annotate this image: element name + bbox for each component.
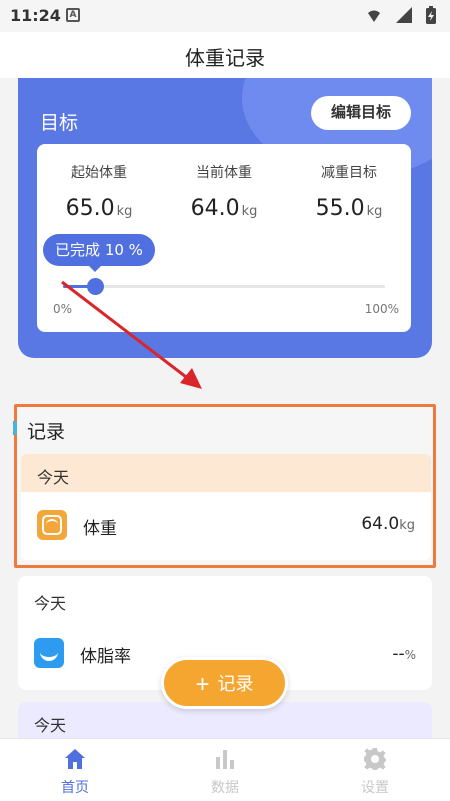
plus-icon: + [195, 671, 210, 698]
start-weight-label: 起始体重 [71, 165, 127, 181]
weight-record-unit: kg [399, 518, 415, 533]
scale-icon [37, 510, 67, 540]
weight-record-row[interactable]: 体重 64.0kg [21, 492, 431, 560]
target-weight-stat: 减重目标 55.0 kg [287, 162, 411, 221]
body-fat-day-label: 今天 [34, 594, 67, 613]
body-fat-value: -- [392, 644, 405, 664]
body-fat-value-line: --% [392, 644, 416, 664]
wifi-icon [368, 10, 380, 22]
bottom-nav: 首页 数据 设置 [0, 738, 450, 801]
notification-icon: A [66, 8, 80, 22]
current-weight-value: 64.0 [190, 196, 240, 221]
status-time: 11:24 [10, 6, 61, 25]
progress-tooltip: 已完成 10 % [43, 234, 155, 272]
nav-item-home[interactable]: 首页 [25, 747, 125, 797]
current-weight-value-line: 64.0 kg [162, 196, 286, 221]
records-day-label: 今天 [37, 468, 70, 487]
target-weight-value: 55.0 [315, 196, 365, 221]
goal-label: 目标 [40, 112, 79, 134]
annotation-arrow [61, 280, 202, 389]
add-record-button[interactable]: + 记录 [161, 657, 288, 709]
title-bar: 体重记录 [0, 32, 450, 78]
gear-icon [364, 748, 386, 770]
current-weight-label: 当前体重 [196, 165, 252, 181]
start-weight-value: 65.0 [65, 196, 115, 221]
records-marker [13, 421, 17, 435]
nav-item-data-label: 数据 [211, 780, 239, 796]
body-fat-icon [34, 638, 64, 668]
current-weight-unit: kg [241, 204, 258, 219]
home-icon [65, 749, 85, 769]
current-weight-stat: 当前体重 64.0 kg [162, 162, 286, 221]
target-weight-unit: kg [366, 204, 383, 219]
status-bar: 11:24 A [0, 0, 450, 32]
body-fat-name: 体脂率 [80, 647, 131, 667]
nav-item-data[interactable]: 数据 [175, 747, 275, 797]
progress-max-label: 100% [364, 302, 399, 316]
bar-chart-icon [216, 750, 234, 769]
nav-item-settings-label: 设置 [361, 780, 389, 796]
add-record-label: 记录 [217, 674, 254, 694]
nav-item-settings[interactable]: 设置 [325, 747, 425, 797]
start-weight-value-line: 65.0 kg [37, 196, 161, 221]
next-record-day-label: 今天 [34, 716, 67, 735]
nav-item-home-label: 首页 [61, 780, 89, 796]
start-weight-unit: kg [116, 204, 133, 219]
edit-goal-button[interactable]: 编辑目标 [311, 96, 411, 130]
target-weight-label: 减重目标 [321, 165, 377, 181]
page-title: 体重记录 [185, 46, 265, 70]
records-section: 记录 今天 体重 64.0kg [13, 404, 436, 568]
signal-icon [396, 7, 412, 23]
records-header: 记录 [27, 421, 66, 443]
target-weight-value-line: 55.0 kg [287, 196, 411, 221]
weight-record-value-line: 64.0kg [361, 514, 415, 534]
weight-record-name: 体重 [83, 519, 117, 539]
system-icons [368, 6, 436, 24]
body-fat-unit: % [404, 648, 416, 662]
weight-record-value: 64.0 [361, 514, 400, 534]
start-weight-stat: 起始体重 65.0 kg [37, 162, 161, 221]
records-day-header: 今天 [21, 454, 431, 492]
